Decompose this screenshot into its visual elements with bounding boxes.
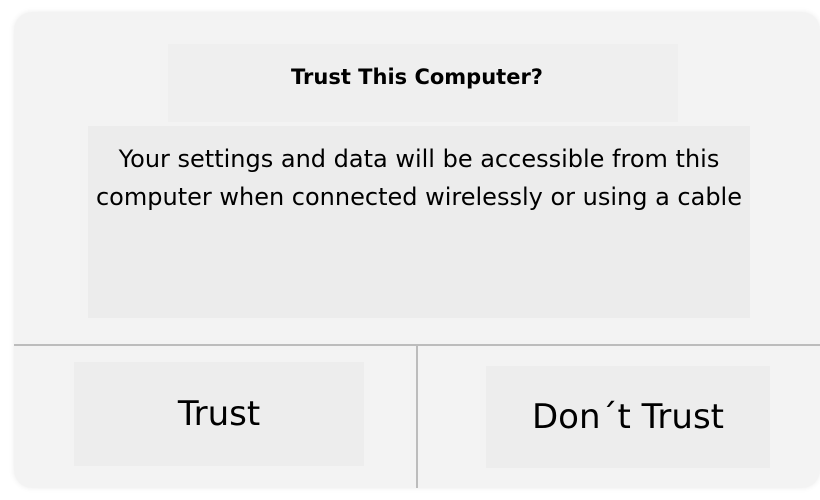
button-divider-vertical — [416, 346, 418, 488]
trust-button[interactable]: Trust — [74, 362, 364, 466]
dialog-title: Trust This Computer? — [291, 65, 543, 89]
trust-computer-dialog: Trust This Computer? Your settings and d… — [14, 12, 820, 488]
dialog-message: Your settings and data will be accessibl… — [95, 145, 742, 211]
dont-trust-button[interactable]: Don´t Trust — [486, 366, 770, 468]
